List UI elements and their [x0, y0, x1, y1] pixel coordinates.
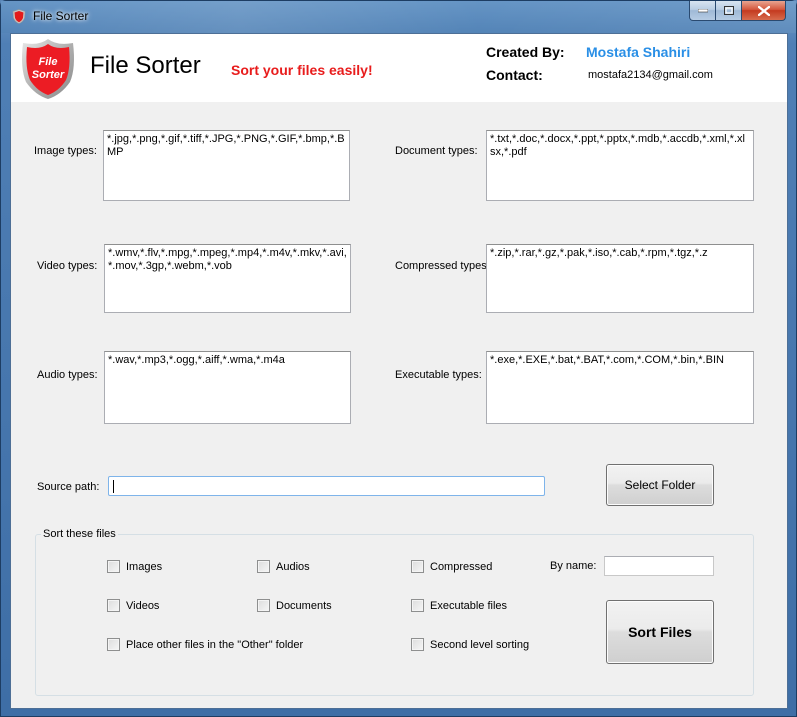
text-caret [113, 480, 114, 493]
window-controls [689, 1, 786, 21]
shield-logo-icon: File Sorter [22, 39, 74, 99]
images-checkbox[interactable]: Images [107, 560, 162, 573]
sort-files-button[interactable]: Sort Files [606, 600, 714, 664]
checkbox-label: Compressed [430, 560, 493, 573]
checkbox-box[interactable] [107, 599, 120, 612]
compressed-types-label: Compressed types: [395, 260, 490, 272]
minimize-button[interactable] [689, 1, 716, 21]
videos-checkbox[interactable]: Videos [107, 599, 159, 612]
contact-email: mostafa2134@gmail.com [588, 69, 713, 81]
image-types-label: Image types: [34, 145, 97, 157]
app-title: File Sorter [90, 52, 201, 79]
logo: File Sorter [19, 38, 77, 100]
image-types-field[interactable] [103, 130, 350, 201]
other-folder-checkbox[interactable]: Place other files in the "Other" folder [107, 638, 303, 651]
app-shield-icon [12, 9, 26, 24]
checkbox-box[interactable] [107, 638, 120, 651]
logo-line2: Sorter [32, 69, 65, 81]
compressed-checkbox[interactable]: Compressed [411, 560, 492, 573]
executable-files-checkbox[interactable]: Executable files [411, 599, 507, 612]
app-window: File Sorter File Sorter File Sorter Sort… [0, 0, 797, 717]
minimize-icon [697, 8, 708, 12]
document-types-label: Document types: [395, 145, 478, 157]
tagline: Sort your files easily! [231, 62, 373, 78]
maximize-button[interactable] [716, 1, 742, 21]
video-types-label: Video types: [37, 260, 98, 272]
client-area: File Sorter File Sorter Sort your files … [10, 33, 788, 709]
source-path-label: Source path: [37, 481, 100, 493]
select-folder-button[interactable]: Select Folder [606, 464, 714, 506]
checkbox-label: Images [126, 560, 163, 573]
contact-label: Contact: [486, 67, 543, 83]
window-title: File Sorter [33, 9, 89, 23]
author-name: Mostafa Shahiri [586, 44, 691, 60]
header-panel: File Sorter File Sorter Sort your files … [11, 34, 787, 102]
executable-types-field[interactable] [486, 351, 754, 424]
compressed-types-field[interactable] [486, 244, 754, 313]
checkbox-box[interactable] [411, 638, 424, 651]
title-bar[interactable]: File Sorter [1, 1, 796, 33]
documents-checkbox[interactable]: Documents [257, 599, 332, 612]
by-name-input[interactable] [604, 556, 714, 576]
checkbox-label: Videos [126, 599, 160, 612]
audio-types-field[interactable] [104, 351, 351, 424]
audio-types-label: Audio types: [37, 369, 98, 381]
close-icon [757, 5, 770, 16]
source-path-input[interactable] [108, 476, 545, 496]
checkbox-box[interactable] [411, 599, 424, 612]
logo-line1: File [39, 56, 58, 68]
checkbox-label: Place other files in the "Other" folder [126, 638, 304, 651]
checkbox-label: Second level sorting [430, 638, 530, 651]
close-button[interactable] [742, 1, 786, 21]
checkbox-label: Executable files [430, 599, 508, 612]
video-types-field[interactable] [104, 244, 351, 313]
created-by-label: Created By: [486, 44, 565, 60]
executable-types-label: Executable types: [395, 369, 482, 381]
checkbox-label: Documents [276, 599, 332, 612]
checkbox-box[interactable] [257, 599, 270, 612]
maximize-icon [723, 6, 734, 15]
second-level-sorting-checkbox[interactable]: Second level sorting [411, 638, 529, 651]
by-name-label: By name: [550, 560, 597, 572]
checkbox-box[interactable] [411, 560, 424, 573]
sort-group-legend: Sort these files [41, 528, 118, 540]
document-types-field[interactable] [486, 130, 754, 201]
audios-checkbox[interactable]: Audios [257, 560, 310, 573]
checkbox-box[interactable] [257, 560, 270, 573]
checkbox-label: Audios [276, 560, 310, 573]
checkbox-box[interactable] [107, 560, 120, 573]
